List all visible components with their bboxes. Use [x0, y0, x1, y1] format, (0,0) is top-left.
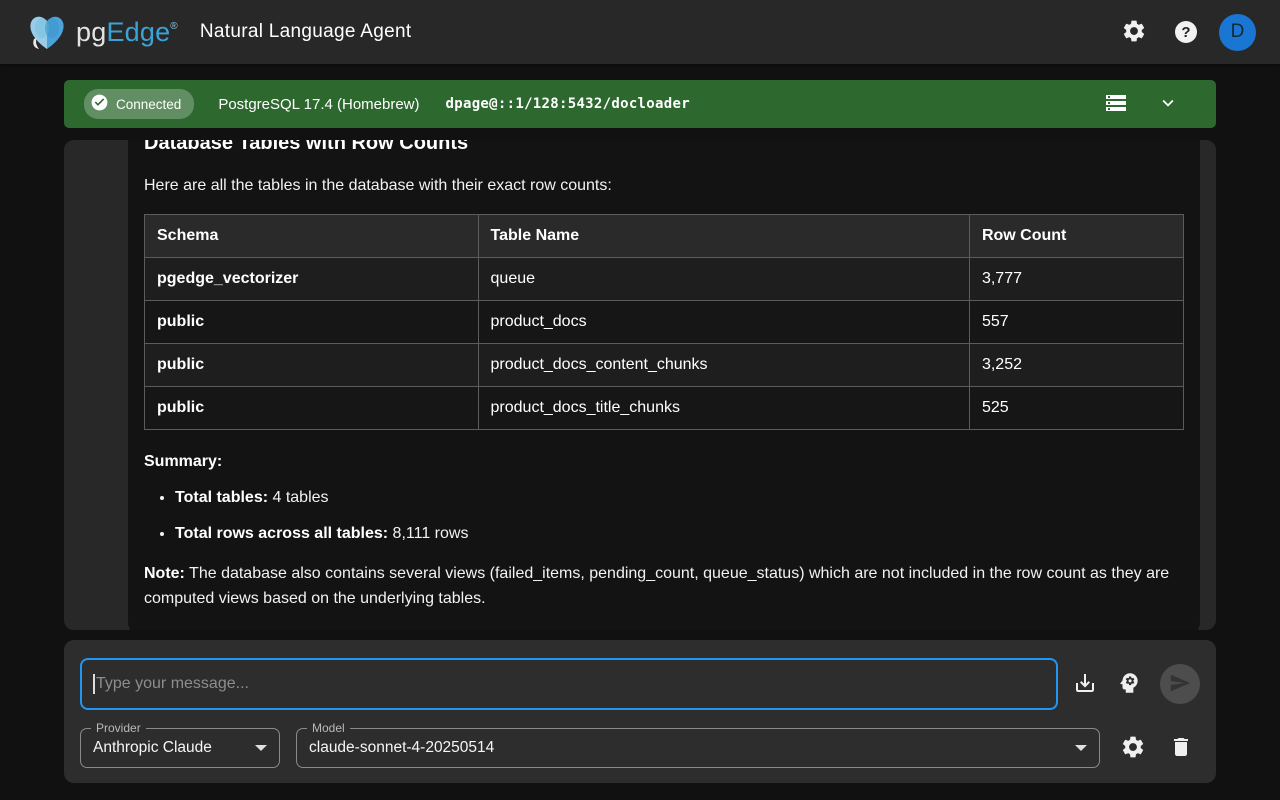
col-header-schema: Schema — [145, 215, 479, 258]
psychology-icon — [1116, 670, 1142, 699]
provider-value: Anthropic Claude — [93, 739, 212, 757]
page-title: Natural Language Agent — [200, 21, 412, 43]
dropdown-arrow-icon — [1075, 745, 1087, 751]
connection-string: dpage@::1/128:5432/docloader — [446, 96, 690, 112]
pgedge-wordmark: pgEdge® — [76, 17, 178, 48]
message-heading: Database Tables with Row Counts — [144, 140, 1184, 156]
col-header-table-name: Table Name — [478, 215, 969, 258]
provider-select[interactable]: Provider Anthropic Claude — [80, 728, 280, 768]
composer-panel: Provider Anthropic Claude Model claude-s… — [64, 640, 1216, 783]
table-row: public product_docs 557 — [145, 301, 1184, 344]
help-icon: ? — [1175, 21, 1197, 43]
send-button[interactable] — [1160, 664, 1200, 704]
help-button[interactable]: ? — [1167, 13, 1205, 51]
storage-icon — [1104, 91, 1128, 118]
connected-badge: Connected — [84, 89, 194, 119]
trash-icon — [1169, 735, 1193, 762]
model-label: Model — [307, 721, 350, 735]
model-value: claude-sonnet-4-20250514 — [309, 739, 494, 757]
model-settings-button[interactable] — [1114, 729, 1152, 767]
text-caret — [93, 674, 95, 694]
connection-bar[interactable]: Connected PostgreSQL 17.4 (Homebrew) dpa… — [64, 80, 1216, 128]
collapse-connection-button[interactable] — [1152, 88, 1184, 120]
model-select[interactable]: Model claude-sonnet-4-20250514 — [296, 728, 1100, 768]
settings-button[interactable] — [1115, 13, 1153, 51]
pgedge-logo-icon — [24, 11, 70, 53]
chat-history[interactable]: Database Tables with Row Counts Here are… — [64, 140, 1216, 630]
chevron-down-icon — [1157, 92, 1179, 117]
download-icon — [1073, 671, 1097, 698]
col-header-row-count: Row Count — [969, 215, 1183, 258]
connection-status: Connected — [116, 97, 181, 112]
list-item: Total rows across all tables: 8,111 rows — [175, 522, 1184, 546]
gear-icon — [1121, 18, 1147, 47]
table-row: public product_docs_content_chunks 3,252 — [145, 344, 1184, 387]
user-avatar[interactable]: D — [1219, 14, 1256, 51]
provider-label: Provider — [91, 721, 146, 735]
database-list-button[interactable] — [1100, 88, 1132, 120]
row-count-table: Schema Table Name Row Count pgedge_vecto… — [144, 214, 1184, 430]
message-input[interactable] — [80, 658, 1058, 710]
gear-icon — [1120, 734, 1146, 763]
ai-thinking-button[interactable] — [1110, 665, 1148, 703]
check-circle-icon — [90, 93, 109, 115]
dropdown-arrow-icon — [255, 745, 267, 751]
table-row: pgedge_vectorizer queue 3,777 — [145, 258, 1184, 301]
note-paragraph: Note: The database also contains several… — [144, 562, 1184, 612]
message-intro: Here are all the tables in the database … — [144, 174, 1184, 198]
summary-heading: Summary: — [144, 450, 1184, 474]
server-version: PostgreSQL 17.4 (Homebrew) — [218, 96, 419, 113]
pgedge-brand: pgEdge® Natural Language Agent — [24, 11, 411, 53]
table-header-row: Schema Table Name Row Count — [145, 215, 1184, 258]
list-item: Total tables: 4 tables — [175, 486, 1184, 510]
table-row: public product_docs_title_chunks 525 — [145, 387, 1184, 430]
send-icon — [1169, 672, 1191, 697]
assistant-message: Database Tables with Row Counts Here are… — [128, 140, 1200, 630]
download-chat-button[interactable] — [1066, 665, 1104, 703]
summary-list: Total tables: 4 tables Total rows across… — [144, 486, 1184, 546]
app-header: pgEdge® Natural Language Agent ? D — [0, 0, 1280, 64]
clear-chat-button[interactable] — [1162, 729, 1200, 767]
